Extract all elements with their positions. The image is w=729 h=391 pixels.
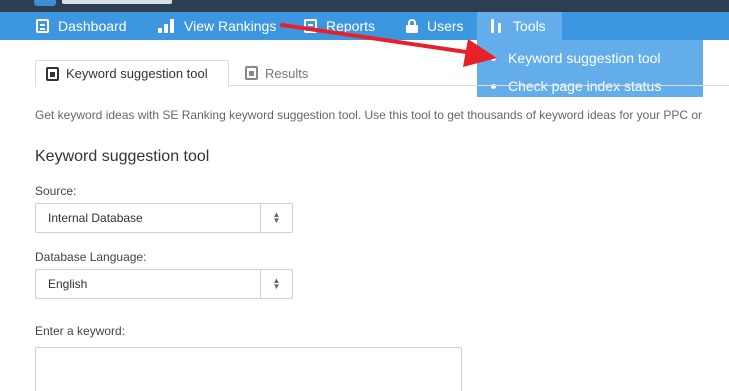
nav-dashboard[interactable]: Dashboard <box>36 12 127 40</box>
keyword-label: Enter a keyword: <box>35 324 126 338</box>
tools-icon <box>490 19 504 33</box>
form-title: Keyword suggestion tool <box>35 148 210 165</box>
tab-label: Results <box>265 65 309 81</box>
keyword-input[interactable] <box>35 347 462 391</box>
report-icon <box>304 19 317 33</box>
nav-view-rankings-label: View Rankings <box>184 18 277 34</box>
language-select[interactable]: English ▲ ▼ <box>35 269 293 299</box>
select-arrows-icon: ▲ ▼ <box>260 270 292 298</box>
tab-results[interactable]: Results <box>235 60 318 86</box>
main-navbar: Dashboard View Rankings Reports Users To… <box>0 12 729 40</box>
nav-view-rankings[interactable]: View Rankings <box>158 12 276 40</box>
source-label: Source: <box>35 184 77 198</box>
dashboard-icon <box>36 19 49 33</box>
nav-users-label: Users <box>427 18 464 34</box>
tab-keyword-suggestion-tool[interactable]: Keyword suggestion tool <box>35 60 229 87</box>
bar-chart-icon <box>158 19 175 33</box>
tab-label: Keyword suggestion tool <box>66 66 208 81</box>
header-text-fragment <box>62 0 172 4</box>
document-icon <box>245 66 258 80</box>
nav-users[interactable]: Users <box>406 12 464 40</box>
nav-reports-label: Reports <box>326 18 376 34</box>
document-icon <box>46 66 59 81</box>
source-select[interactable]: Internal Database ▲ ▼ <box>35 203 293 233</box>
nav-dashboard-label: Dashboard <box>58 18 127 34</box>
nav-reports[interactable]: Reports <box>304 12 375 40</box>
logo <box>34 0 56 6</box>
nav-tools[interactable]: Tools <box>477 12 562 40</box>
tool-description: Get keyword ideas with SE Ranking keywor… <box>35 108 703 122</box>
lock-icon <box>406 19 418 33</box>
tool-tabs: Keyword suggestion tool Results <box>35 60 729 87</box>
select-arrows-icon: ▲ ▼ <box>260 204 292 232</box>
nav-tools-label: Tools <box>513 18 546 34</box>
source-select-value: Internal Database <box>48 211 143 225</box>
top-header-bar <box>0 0 729 12</box>
language-label: Database Language: <box>35 250 147 264</box>
language-select-value: English <box>48 277 88 291</box>
